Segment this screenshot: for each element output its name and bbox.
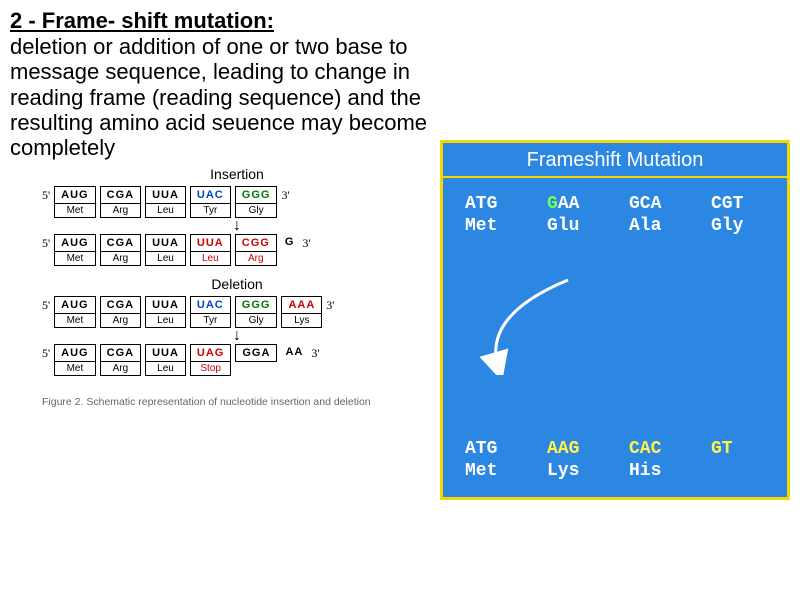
insertion-label: Insertion [42, 166, 432, 182]
after-codons: ATG AAG CAC GT [443, 431, 787, 461]
after-aas: Met Lys His [443, 461, 787, 487]
left-figure: Insertion 5' AUGMet CGAArg UUALeu UACTyr… [42, 162, 432, 408]
insertion-before-row: 5' AUGMet CGAArg UUALeu UACTyr GGGGly 3' [42, 186, 432, 218]
deletion-label: Deletion [42, 276, 432, 292]
five-prime: 5' [42, 186, 50, 203]
three-prime: 3' [281, 186, 289, 203]
before-aas: Met Glu Ala Gly [443, 216, 787, 242]
panel-title: Frameshift Mutation [443, 143, 787, 174]
codon: AUG [54, 186, 95, 204]
divider [443, 176, 787, 178]
insertion-after-row: 5' AUGMet CGAArg UUALeu UUALeu CGGArg G … [42, 234, 432, 266]
arrow-down-icon: ↓ [42, 330, 432, 342]
arrow-down-icon: ↓ [42, 220, 432, 232]
section-title: 2 - Frame- shift mutation: [10, 8, 790, 34]
curved-arrow-icon [473, 275, 593, 375]
mutant-codon: GAA [547, 194, 617, 214]
before-codons: ATG GAA GCA CGT [443, 186, 787, 216]
deletion-after-row: 5' AUGMet CGAArg UUALeu UAGStop GGA AA 3… [42, 344, 432, 376]
figure-caption: Figure 2. Schematic representation of nu… [42, 396, 432, 408]
deletion-before-row: 5' AUGMet CGAArg UUALeu UACTyr GGGGly AA… [42, 296, 432, 328]
frameshift-panel: Frameshift Mutation ATG GAA GCA CGT Met … [440, 140, 790, 500]
